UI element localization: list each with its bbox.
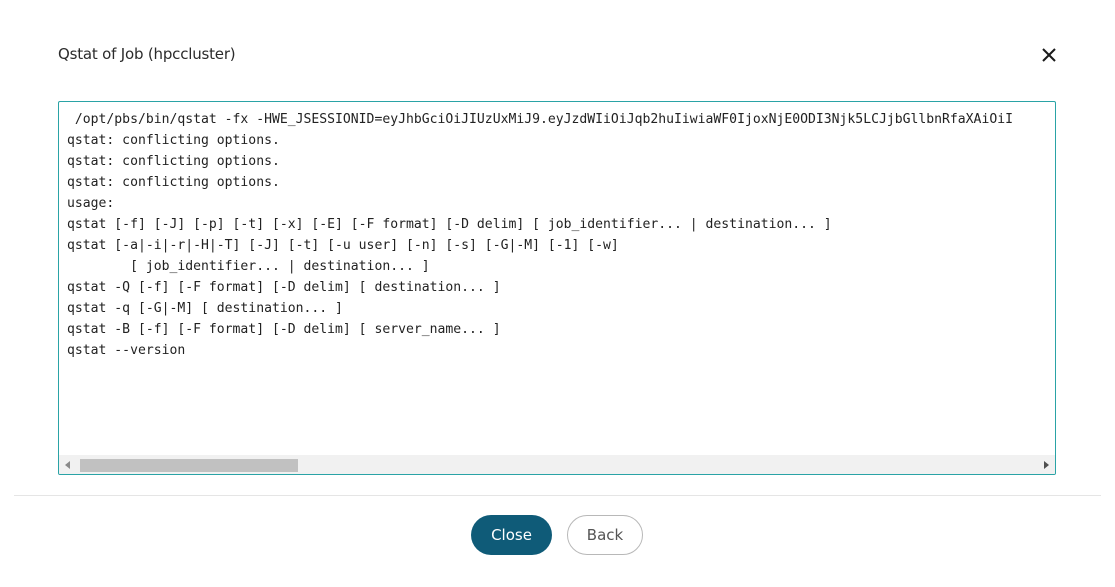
- output-line: qstat: conflicting options.: [67, 175, 280, 190]
- qstat-output-box[interactable]: /opt/pbs/bin/qstat -fx -HWE_JSESSIONID=e…: [58, 101, 1056, 475]
- output-line: qstat [-f] [-J] [-p] [-t] [-x] [-E] [-F …: [67, 217, 832, 232]
- output-line: qstat --version: [67, 343, 186, 358]
- qstat-dialog: Qstat of Job (hpccluster) /opt/pbs/bin/q…: [0, 0, 1115, 587]
- output-line: qstat -q [-G|-M] [ destination... ]: [67, 301, 343, 316]
- scrollbar-thumb[interactable]: [80, 459, 298, 472]
- output-line: usage:: [67, 196, 115, 211]
- qstat-output-text: /opt/pbs/bin/qstat -fx -HWE_JSESSIONID=e…: [67, 109, 1055, 361]
- dialog-title: Qstat of Job (hpccluster): [58, 45, 236, 63]
- output-line: qstat [-a|-i|-r|-H|-T] [-J] [-t] [-u use…: [67, 238, 619, 253]
- output-line: [ job_identifier... | destination... ]: [67, 259, 430, 274]
- output-line: qstat: conflicting options.: [67, 133, 280, 148]
- output-line: qstat -Q [-f] [-F format] [-D delim] [ d…: [67, 280, 501, 295]
- back-button[interactable]: Back: [567, 515, 643, 555]
- footer-divider: [14, 495, 1101, 496]
- arrow-left-icon[interactable]: [59, 456, 77, 474]
- output-line: /opt/pbs/bin/qstat -fx -HWE_JSESSIONID=e…: [67, 112, 1013, 127]
- horizontal-scrollbar[interactable]: [59, 455, 1055, 474]
- output-line: qstat -B [-f] [-F format] [-D delim] [ s…: [67, 322, 501, 337]
- close-button[interactable]: Close: [471, 515, 552, 555]
- close-icon[interactable]: [1039, 45, 1059, 65]
- output-line: qstat: conflicting options.: [67, 154, 280, 169]
- arrow-right-icon[interactable]: [1037, 456, 1055, 474]
